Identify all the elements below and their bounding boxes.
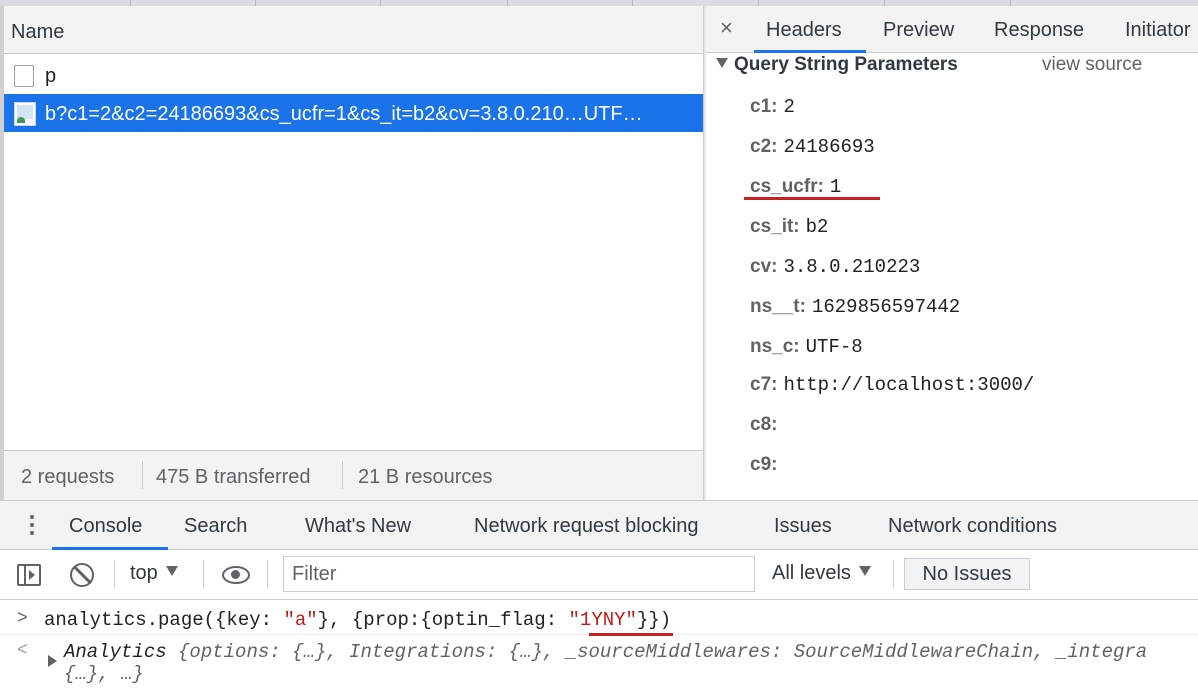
query-param: c9:	[750, 454, 783, 476]
param-key: cv:	[750, 256, 778, 277]
query-param: c2: 24186693	[750, 136, 875, 158]
show-sidebar-icon[interactable]	[17, 564, 41, 586]
result-class: Analytics	[64, 641, 179, 663]
requests-count: 2 requests	[21, 466, 115, 488]
query-string-section-title[interactable]: Query String Parameters	[716, 54, 958, 76]
param-value: 1629856597442	[811, 296, 961, 318]
query-param: c1: 2	[750, 96, 795, 118]
tab-issues[interactable]: Issues	[774, 515, 832, 538]
param-key: c2:	[750, 136, 778, 157]
name-column-header[interactable]: Name	[4, 6, 703, 54]
param-value: 3.8.0.210223	[783, 256, 921, 278]
param-key: cs_it:	[750, 216, 800, 237]
param-key: c8:	[750, 414, 778, 435]
no-issues-button[interactable]: No Issues	[904, 558, 1030, 590]
more-options-icon[interactable]	[26, 511, 38, 539]
param-value: 1	[829, 176, 842, 198]
console-output: > analytics.page({key: "a"}, {prop:{opti…	[0, 600, 1198, 694]
expand-triangle-icon	[716, 58, 728, 68]
prompt-chevron-icon: >	[17, 609, 28, 629]
section-title-label: Query String Parameters	[734, 54, 958, 75]
annotation-underline	[589, 633, 673, 636]
tab-headers[interactable]: Headers	[766, 19, 842, 42]
transferred-size: 475 B transferred	[156, 466, 311, 488]
param-value: UTF-8	[805, 336, 863, 358]
cmd-string: "1YNY"	[568, 609, 637, 631]
cmd-part: }})	[636, 609, 672, 631]
tab-network-request-blocking[interactable]: Network request blocking	[474, 515, 699, 538]
param-key: cs_ucfr:	[750, 176, 824, 197]
network-request-list: Name p b?c1=2&c2=24186693&cs_ucfr=1&cs_i…	[0, 6, 704, 500]
param-value: 2	[783, 96, 795, 118]
cmd-part: }, {prop:{optin_flag:	[317, 609, 569, 631]
param-key: c7:	[750, 374, 778, 395]
tab-console[interactable]: Console	[69, 515, 142, 538]
cmd-string: "a"	[283, 609, 318, 631]
expand-object-icon[interactable]	[48, 655, 57, 667]
resources-size: 21 B resources	[358, 466, 493, 488]
console-result-entry: < Analytics {options: {…}, Integrations:…	[0, 638, 1198, 694]
image-icon	[14, 102, 36, 126]
tab-whats-new[interactable]: What's New	[305, 515, 411, 538]
query-param: c7: http://localhost:3000/	[750, 374, 1034, 396]
request-row-selected[interactable]: b?c1=2&c2=24186693&cs_ucfr=1&cs_it=b2&cv…	[4, 94, 703, 132]
param-key: ns_c:	[750, 336, 800, 357]
log-levels-dropdown[interactable]: All levels	[772, 562, 871, 585]
tab-network-conditions[interactable]: Network conditions	[888, 515, 1057, 538]
request-name: p	[45, 65, 57, 87]
param-key: c9:	[750, 454, 778, 475]
cmd-part: analytics.page({key:	[44, 609, 284, 631]
context-label: top	[130, 562, 158, 584]
view-source-link[interactable]: view source	[1042, 54, 1142, 76]
param-key: ns__t:	[750, 296, 806, 317]
context-selector[interactable]: top	[130, 562, 178, 585]
result-props: {options: {…}, Integrations: {…}, _sourc…	[178, 641, 1148, 663]
details-tab-bar: × Headers Preview Response Initiator	[706, 6, 1198, 53]
request-name: b?c1=2&c2=24186693&cs_ucfr=1&cs_it=b2&cv…	[45, 103, 643, 125]
param-value: b2	[805, 216, 829, 238]
console-command[interactable]: analytics.page({key: "a"}, {prop:{optin_…	[44, 609, 671, 631]
query-param: ns__t: 1629856597442	[750, 296, 960, 318]
result-props-cont: {…}, …}	[64, 663, 144, 685]
request-row[interactable]: p	[4, 56, 703, 94]
network-summary-bar: 2 requests 475 B transferred 21 B resour…	[4, 450, 703, 500]
document-icon	[14, 65, 34, 87]
chevron-down-icon	[858, 566, 871, 576]
console-input-entry: > analytics.page({key: "a"}, {prop:{opti…	[0, 604, 1198, 636]
query-param: cv: 3.8.0.210223	[750, 256, 920, 278]
query-param: ns_c: UTF-8	[750, 336, 863, 358]
live-expression-eye-icon[interactable]	[222, 566, 250, 584]
tab-response[interactable]: Response	[994, 19, 1084, 42]
request-details-pane: × Headers Preview Response Initiator Que…	[706, 6, 1198, 500]
console-result-object[interactable]: Analytics {options: {…}, Integrations: {…	[64, 641, 1147, 685]
close-icon[interactable]: ×	[720, 15, 733, 41]
levels-label: All levels	[772, 562, 851, 584]
tab-initiator[interactable]: Initiator	[1125, 19, 1191, 42]
chevron-down-icon	[165, 566, 178, 576]
active-tab-indicator	[754, 50, 866, 53]
query-param: cs_it: b2	[750, 216, 828, 238]
drawer-tab-bar: Console Search What's New Network reques…	[0, 500, 1198, 550]
annotation-underline	[744, 197, 880, 200]
name-header-label: Name	[11, 21, 65, 43]
tab-search[interactable]: Search	[184, 515, 247, 538]
param-value: http://localhost:3000/	[783, 374, 1035, 396]
tab-preview[interactable]: Preview	[883, 19, 954, 42]
param-key: c1:	[750, 96, 778, 117]
result-chevron-icon: <	[17, 641, 28, 661]
param-value: 24186693	[783, 136, 875, 158]
filter-input[interactable]	[283, 556, 755, 592]
query-param: c8:	[750, 414, 783, 436]
query-param: cs_ucfr: 1	[750, 176, 841, 198]
console-toolbar: top All levels No Issues	[0, 550, 1198, 600]
clear-console-icon[interactable]	[70, 563, 94, 587]
